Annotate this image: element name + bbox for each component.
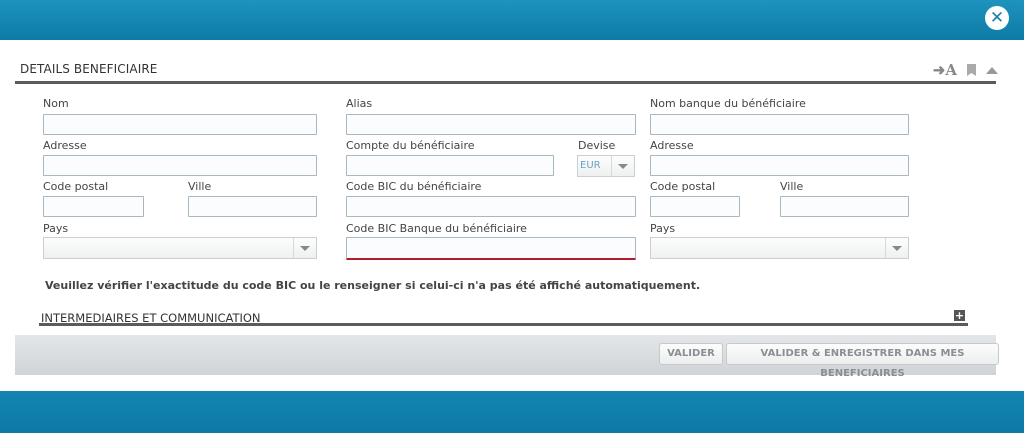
compte-field[interactable] xyxy=(346,155,554,176)
compte-label: Compte du bénéficiaire xyxy=(346,139,475,152)
bic-label: Code BIC du bénéficiaire xyxy=(346,180,482,193)
adresse-field[interactable] xyxy=(43,155,317,176)
banque-pays-label: Pays xyxy=(650,222,676,235)
bic-field[interactable] xyxy=(346,196,636,217)
ville-field[interactable] xyxy=(188,196,317,217)
banque-ville-label: Ville xyxy=(780,180,804,193)
collapse-up-icon[interactable] xyxy=(986,66,998,74)
intermediaires-divider xyxy=(39,323,968,326)
close-button[interactable]: ✕ xyxy=(985,6,1009,30)
section-header-icons: ➜A xyxy=(933,61,998,79)
banque-pays-select[interactable] xyxy=(650,237,909,259)
bic-notice: Veuillez vérifier l'exactitude du code B… xyxy=(45,279,701,292)
banque-ville-field[interactable] xyxy=(780,196,909,217)
section-title-details: DETAILS BENEFICIAIRE xyxy=(20,62,158,76)
expand-plus-icon[interactable]: + xyxy=(954,310,965,321)
nom-banque-label: Nom banque du bénéficiaire xyxy=(650,97,806,110)
banque-code-postal-label: Code postal xyxy=(650,180,716,193)
modal-top-band xyxy=(0,0,1024,40)
nom-banque-field[interactable] xyxy=(650,114,909,135)
translate-icon[interactable]: ➜A xyxy=(933,61,957,79)
pays-label: Pays xyxy=(43,222,69,235)
banque-adresse-label: Adresse xyxy=(650,139,694,152)
bookmark-icon[interactable] xyxy=(967,64,976,76)
banque-pays-select-arrow-box xyxy=(885,238,908,258)
pays-select-arrow-box xyxy=(293,238,316,258)
adresse-label: Adresse xyxy=(43,139,87,152)
ville-label: Ville xyxy=(188,180,212,193)
chevron-down-icon xyxy=(892,246,902,251)
code-postal-label: Code postal xyxy=(43,180,109,193)
devise-select[interactable]: EUR xyxy=(577,155,635,177)
modal-bottom-band xyxy=(0,391,1024,433)
devise-label: Devise xyxy=(578,139,616,152)
code-postal-field[interactable] xyxy=(43,196,144,217)
banque-code-postal-field[interactable] xyxy=(650,196,740,217)
bic-banque-field[interactable] xyxy=(346,237,636,260)
chevron-down-icon xyxy=(618,164,628,169)
close-icon: ✕ xyxy=(989,8,1005,28)
valider-enregistrer-button[interactable]: VALIDER & ENREGISTRER DANS MES BENEFICIA… xyxy=(726,343,999,379)
section-divider xyxy=(15,81,996,84)
alias-label: Alias xyxy=(346,97,373,110)
banque-adresse-field[interactable] xyxy=(650,155,909,176)
chevron-down-icon xyxy=(300,246,310,251)
devise-select-arrow-box xyxy=(611,156,634,176)
pays-select[interactable] xyxy=(43,237,317,259)
valider-button[interactable]: VALIDER xyxy=(659,343,723,365)
nom-label: Nom xyxy=(43,97,69,110)
bic-banque-label: Code BIC Banque du bénéficiaire xyxy=(346,222,527,235)
devise-select-value: EUR xyxy=(580,160,601,171)
alias-field[interactable] xyxy=(346,114,636,135)
nom-field[interactable] xyxy=(43,114,317,135)
